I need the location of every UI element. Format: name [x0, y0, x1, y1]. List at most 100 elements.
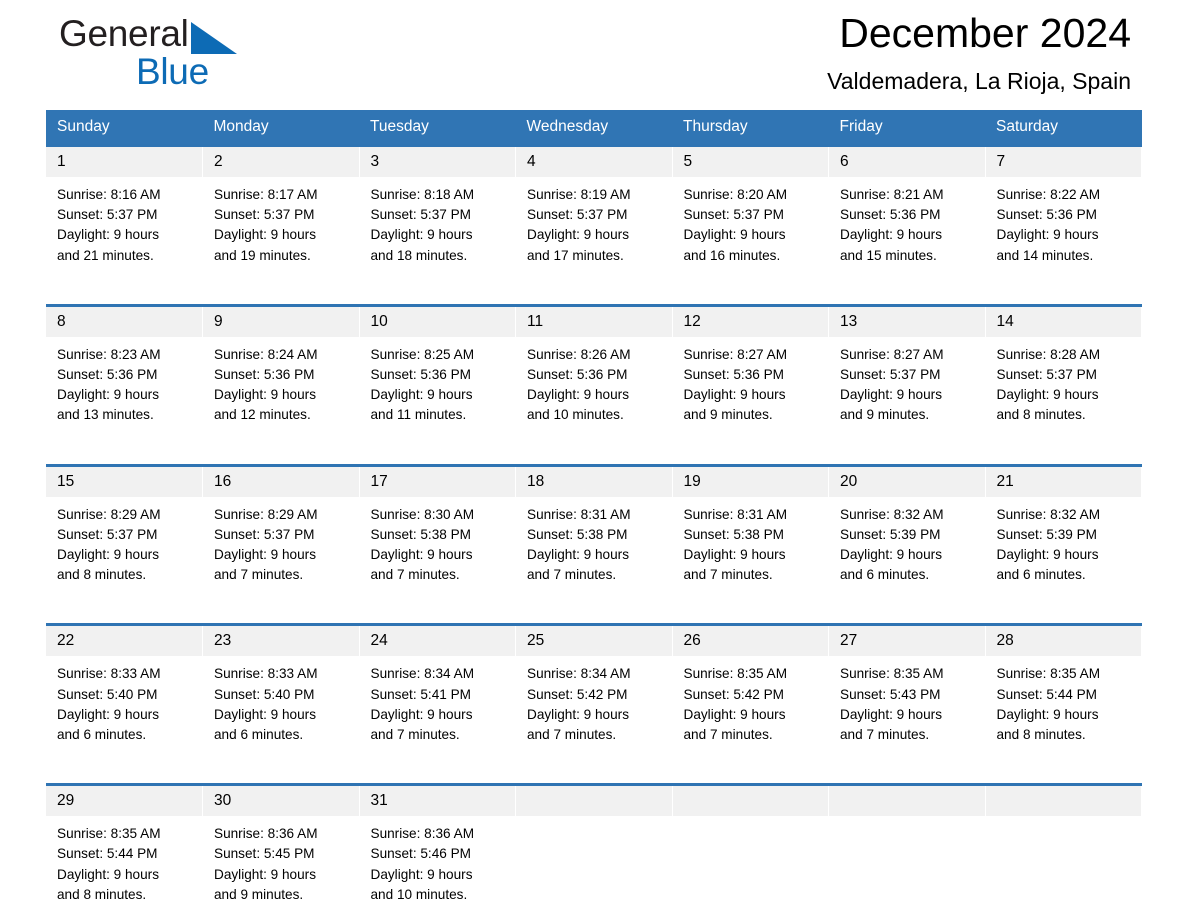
day-cell[interactable]: 4 Sunrise: 8:19 AM Sunset: 5:37 PM Dayli…	[515, 143, 673, 280]
day-cell[interactable]: 27 Sunrise: 8:35 AM Sunset: 5:43 PM Dayl…	[828, 623, 986, 760]
day-cell[interactable]: 20 Sunrise: 8:32 AM Sunset: 5:39 PM Dayl…	[828, 463, 986, 600]
day-details: Sunrise: 8:35 AM Sunset: 5:44 PM Dayligh…	[986, 656, 1142, 759]
daylight-text-line2: and 7 minutes.	[683, 567, 773, 583]
daylight-text-line1: Daylight: 9 hours	[57, 227, 160, 243]
daylight-text-line2: and 21 minutes.	[57, 247, 154, 263]
daylight-text-line1: Daylight: 9 hours	[840, 706, 943, 722]
day-cell[interactable]: 13 Sunrise: 8:27 AM Sunset: 5:37 PM Dayl…	[828, 303, 986, 440]
daylight-text-line1: Daylight: 9 hours	[57, 866, 160, 882]
daylight-text-line2: and 6 minutes.	[214, 727, 304, 743]
day-cell[interactable]: 18 Sunrise: 8:31 AM Sunset: 5:38 PM Dayl…	[515, 463, 673, 600]
day-cell[interactable]: 11 Sunrise: 8:26 AM Sunset: 5:36 PM Dayl…	[515, 303, 673, 440]
sunrise-text: Sunrise: 8:27 AM	[683, 346, 788, 362]
week-row: 22 Sunrise: 8:33 AM Sunset: 5:40 PM Dayl…	[46, 623, 1142, 760]
day-cell[interactable]: 26 Sunrise: 8:35 AM Sunset: 5:42 PM Dayl…	[672, 623, 829, 760]
daylight-text-line2: and 9 minutes.	[840, 407, 930, 423]
day-cell-empty	[515, 783, 673, 919]
day-cell[interactable]: 10 Sunrise: 8:25 AM Sunset: 5:36 PM Dayl…	[359, 303, 516, 440]
sunrise-text: Sunrise: 8:24 AM	[214, 346, 318, 362]
sunset-text: Sunset: 5:36 PM	[683, 367, 785, 383]
week-spacer	[46, 599, 1142, 625]
day-details: Sunrise: 8:34 AM Sunset: 5:42 PM Dayligh…	[516, 656, 672, 759]
day-number: 9	[203, 306, 359, 337]
day-number: 15	[46, 466, 202, 497]
day-cell[interactable]: 21 Sunrise: 8:32 AM Sunset: 5:39 PM Dayl…	[985, 463, 1142, 600]
day-cell[interactable]: 14 Sunrise: 8:28 AM Sunset: 5:37 PM Dayl…	[985, 303, 1142, 440]
daylight-text-line2: and 6 minutes.	[996, 567, 1086, 583]
day-cell[interactable]: 29 Sunrise: 8:35 AM Sunset: 5:44 PM Dayl…	[46, 783, 203, 919]
day-details: Sunrise: 8:21 AM Sunset: 5:36 PM Dayligh…	[829, 177, 985, 280]
day-number: 12	[672, 306, 828, 337]
sunrise-text: Sunrise: 8:29 AM	[57, 506, 161, 522]
sunset-text: Sunset: 5:46 PM	[370, 846, 472, 862]
day-cell[interactable]: 23 Sunrise: 8:33 AM Sunset: 5:40 PM Dayl…	[202, 623, 360, 760]
weekday-header-saturday: Saturday	[985, 110, 1142, 146]
daylight-text-line1: Daylight: 9 hours	[840, 227, 943, 243]
day-details: Sunrise: 8:17 AM Sunset: 5:37 PM Dayligh…	[203, 177, 359, 280]
sunset-text: Sunset: 5:39 PM	[840, 526, 941, 542]
daylight-text-line1: Daylight: 9 hours	[527, 227, 630, 243]
logo-line-one: General	[59, 12, 359, 56]
sunset-text: Sunset: 5:45 PM	[214, 846, 315, 862]
day-cell[interactable]: 31 Sunrise: 8:36 AM Sunset: 5:46 PM Dayl…	[359, 783, 516, 919]
sunset-text: Sunset: 5:38 PM	[683, 526, 785, 542]
daylight-text-line2: and 9 minutes.	[214, 886, 304, 902]
sunrise-text: Sunrise: 8:16 AM	[57, 187, 161, 202]
day-details: Sunrise: 8:19 AM Sunset: 5:37 PM Dayligh…	[516, 177, 672, 280]
day-cell[interactable]: 6 Sunrise: 8:21 AM Sunset: 5:36 PM Dayli…	[828, 143, 986, 280]
page-title: December 2024	[839, 10, 1131, 56]
day-cell[interactable]: 30 Sunrise: 8:36 AM Sunset: 5:45 PM Dayl…	[202, 783, 360, 919]
daylight-text-line1: Daylight: 9 hours	[683, 387, 786, 403]
day-number: 22	[46, 626, 202, 657]
day-cell[interactable]: 16 Sunrise: 8:29 AM Sunset: 5:37 PM Dayl…	[202, 463, 360, 600]
day-details: Sunrise: 8:29 AM Sunset: 5:37 PM Dayligh…	[46, 497, 202, 600]
daylight-text-line1: Daylight: 9 hours	[527, 706, 630, 722]
day-cell[interactable]: 19 Sunrise: 8:31 AM Sunset: 5:38 PM Dayl…	[672, 463, 829, 600]
day-cell[interactable]: 7 Sunrise: 8:22 AM Sunset: 5:36 PM Dayli…	[985, 143, 1142, 280]
week-row: 29 Sunrise: 8:35 AM Sunset: 5:44 PM Dayl…	[46, 783, 1142, 919]
general-blue-logo[interactable]: General Blue	[59, 12, 359, 104]
logo-triangle-icon	[191, 22, 237, 59]
day-number: 17	[359, 466, 515, 497]
sunrise-text: Sunrise: 8:25 AM	[370, 346, 475, 362]
day-cell[interactable]: 12 Sunrise: 8:27 AM Sunset: 5:36 PM Dayl…	[672, 303, 829, 440]
sunset-text: Sunset: 5:36 PM	[996, 207, 1098, 223]
day-details: Sunrise: 8:35 AM Sunset: 5:44 PM Dayligh…	[46, 816, 202, 919]
day-cell[interactable]: 1 Sunrise: 8:16 AM Sunset: 5:37 PM Dayli…	[46, 143, 203, 280]
day-cell[interactable]: 17 Sunrise: 8:30 AM Sunset: 5:38 PM Dayl…	[359, 463, 516, 600]
sunset-text: Sunset: 5:36 PM	[57, 367, 158, 383]
week-row: 1 Sunrise: 8:16 AM Sunset: 5:37 PM Dayli…	[46, 143, 1142, 280]
sunset-text: Sunset: 5:44 PM	[996, 686, 1098, 702]
day-details: Sunrise: 8:31 AM Sunset: 5:38 PM Dayligh…	[673, 497, 829, 600]
day-number: 29	[46, 786, 202, 817]
week-row: 8 Sunrise: 8:23 AM Sunset: 5:36 PM Dayli…	[46, 303, 1142, 440]
day-cell[interactable]: 15 Sunrise: 8:29 AM Sunset: 5:37 PM Dayl…	[46, 463, 203, 600]
day-details: Sunrise: 8:16 AM Sunset: 5:37 PM Dayligh…	[46, 177, 202, 280]
week-spacer	[46, 279, 1142, 306]
day-cell[interactable]: 5 Sunrise: 8:20 AM Sunset: 5:37 PM Dayli…	[672, 143, 829, 280]
day-details: Sunrise: 8:31 AM Sunset: 5:38 PM Dayligh…	[516, 497, 672, 600]
day-details: Sunrise: 8:32 AM Sunset: 5:39 PM Dayligh…	[986, 497, 1142, 600]
day-cell[interactable]: 9 Sunrise: 8:24 AM Sunset: 5:36 PM Dayli…	[202, 303, 360, 440]
day-cell[interactable]: 28 Sunrise: 8:35 AM Sunset: 5:44 PM Dayl…	[985, 623, 1142, 760]
day-number: 7	[985, 147, 1141, 177]
sunrise-text: Sunrise: 8:20 AM	[683, 187, 788, 202]
daylight-text-line1: Daylight: 9 hours	[370, 547, 473, 563]
day-details: Sunrise: 8:35 AM Sunset: 5:43 PM Dayligh…	[829, 656, 985, 759]
daylight-text-line1: Daylight: 9 hours	[527, 547, 630, 563]
daylight-text-line2: and 8 minutes.	[57, 567, 147, 583]
daylight-text-line1: Daylight: 9 hours	[57, 387, 160, 403]
day-cell[interactable]: 2 Sunrise: 8:17 AM Sunset: 5:37 PM Dayli…	[202, 143, 360, 280]
day-number: 3	[359, 147, 515, 177]
daylight-text-line2: and 10 minutes.	[370, 886, 468, 902]
day-cell[interactable]: 3 Sunrise: 8:18 AM Sunset: 5:37 PM Dayli…	[359, 143, 516, 280]
sunrise-text: Sunrise: 8:27 AM	[840, 346, 944, 362]
daylight-text-line2: and 18 minutes.	[370, 247, 468, 263]
day-cell[interactable]: 24 Sunrise: 8:34 AM Sunset: 5:41 PM Dayl…	[359, 623, 516, 760]
sunrise-text: Sunrise: 8:36 AM	[370, 826, 475, 842]
day-number: 19	[672, 466, 828, 497]
day-cell[interactable]: 22 Sunrise: 8:33 AM Sunset: 5:40 PM Dayl…	[46, 623, 203, 760]
day-cell[interactable]: 25 Sunrise: 8:34 AM Sunset: 5:42 PM Dayl…	[515, 623, 673, 760]
day-cell[interactable]: 8 Sunrise: 8:23 AM Sunset: 5:36 PM Dayli…	[46, 303, 203, 440]
day-cell-empty	[985, 783, 1142, 919]
